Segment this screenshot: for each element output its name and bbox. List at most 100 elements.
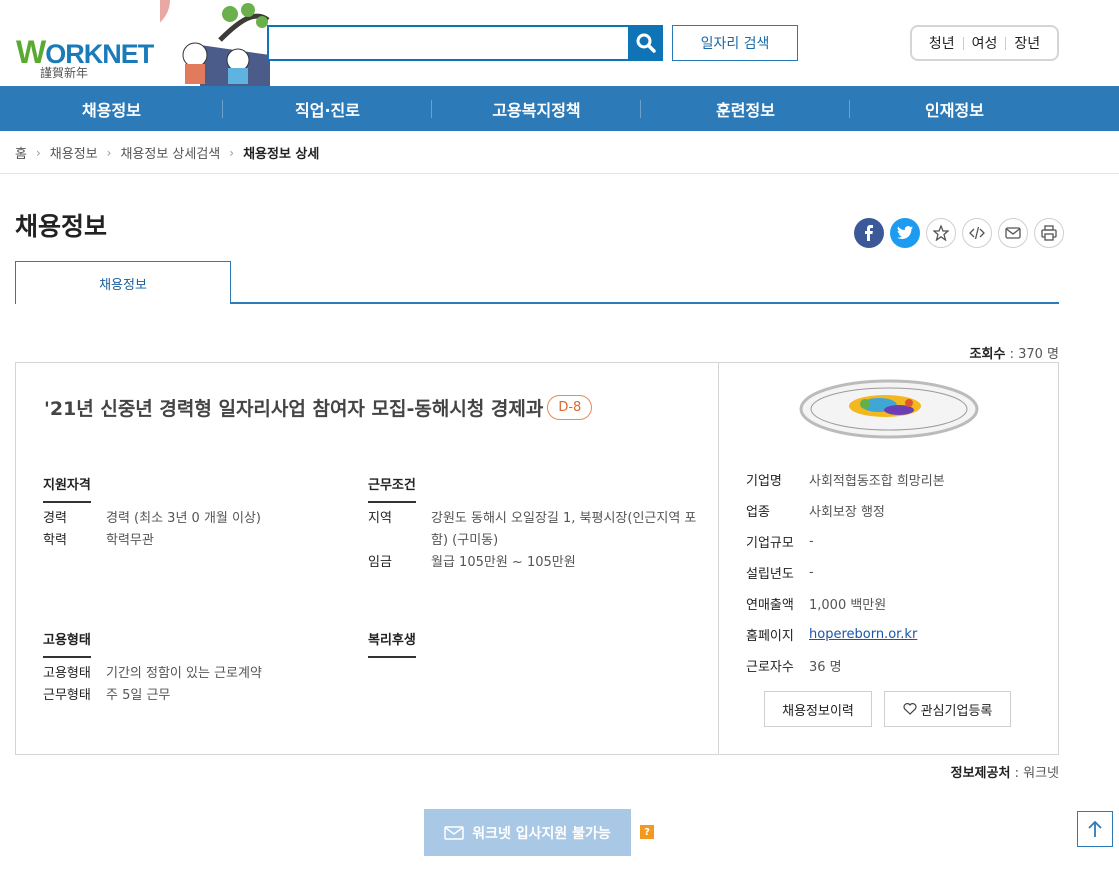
company-info: 기업명 사회적협동조합 희망리본 업종 사회보장 행정 기업규모 - 설립년도 - 연매… (719, 363, 1058, 754)
job-search-button[interactable]: 일자리 검색 (672, 25, 798, 61)
print-icon (1041, 225, 1057, 241)
favorite-company-label: 관심기업등록 (920, 703, 993, 719)
breadcrumb-detailed-search[interactable]: 채용정보 상세검색 (120, 143, 220, 162)
section-welfare-title: 복리후생 (368, 629, 416, 658)
help-icon[interactable]: ? (640, 825, 654, 839)
list-item: 홈페이지 hopereborn.or.kr (746, 619, 945, 650)
list-item: 기업규모 - (746, 526, 945, 557)
breadcrumb-jobs[interactable]: 채용정보 (50, 143, 98, 162)
list-item: 임금 월급 105만원 ~ 105만원 (368, 552, 698, 574)
list-item: 업종 사회보장 행정 (746, 495, 945, 526)
view-count: 조회수 : 370 명 (970, 343, 1059, 362)
field-label: 지역 (368, 511, 392, 526)
search-icon (636, 33, 656, 53)
company-logo (799, 379, 979, 439)
company-size: - (809, 534, 814, 549)
nav-item-talent[interactable]: 인재정보 (850, 86, 1059, 131)
print-button[interactable] (1034, 218, 1064, 248)
nav-item-welfare-policy[interactable]: 고용복지정책 (432, 86, 641, 131)
breadcrumb-home[interactable]: 홈 (15, 143, 27, 162)
job-summary: '21년 신중년 경력형 일자리사업 참여자 모집-동해시청 경제과 D-8 지… (16, 363, 719, 754)
twitter-icon (897, 226, 913, 240)
nav-item-jobs[interactable]: 채용정보 (0, 86, 223, 131)
apply-button[interactable]: 워크넷 입사지원 불가능 (424, 809, 631, 856)
field-label: 임금 (368, 555, 392, 570)
list-item: 학력 학력무관 (43, 530, 261, 552)
conditions-list: 지역 강원도 동해시 오일장길 1, 북평시장(인근지역 포 함) (구미동) 임금… (368, 508, 698, 574)
audience-selector: 청년 여성 장년 (910, 25, 1059, 61)
field-value: 기간의 정함이 있는 근로계약 (106, 666, 262, 681)
job-detail-panel: '21년 신중년 경력형 일자리사업 참여자 모집-동해시청 경제과 D-8 지… (15, 362, 1059, 755)
segment-middle-aged[interactable]: 장년 (1006, 33, 1048, 53)
scroll-to-top-button[interactable] (1077, 811, 1113, 847)
list-item: 근로자수 36 명 (746, 650, 945, 681)
section-qualifications-title: 지원자격 (43, 474, 91, 503)
field-label: 학력 (43, 533, 67, 548)
field-label: 고용형태 (43, 666, 91, 681)
view-count-label: 조회수 (969, 347, 1006, 362)
header: WORKNET 謹賀新年 일자리 검색 청년 여성 장년 (0, 0, 1119, 86)
heart-icon (903, 703, 917, 715)
field-label: 연매출액 (746, 598, 794, 613)
segment-youth[interactable]: 청년 (921, 33, 963, 53)
field-value: 학력무관 (106, 533, 154, 548)
industry: 사회보장 행정 (809, 505, 885, 520)
section-employment-title: 고용형태 (43, 629, 91, 658)
logo-new-year-text: 謹賀新年 (40, 66, 89, 80)
job-title-text: '21년 신중년 경력형 일자리사업 참여자 모집-동해시청 경제과 (44, 398, 544, 420)
location-line-2: 함) (구미동) (431, 533, 499, 548)
nav-item-training[interactable]: 훈련정보 (641, 86, 850, 131)
field-label: 근무형태 (43, 688, 91, 703)
email-share-button[interactable] (998, 218, 1028, 248)
view-count-value: : 370 명 (1009, 347, 1059, 362)
qualifications-list: 경력 경력 (최소 3년 0 개월 이상) 학력 학력무관 (43, 508, 261, 552)
tab-job-info[interactable]: 채용정보 (15, 261, 231, 304)
embed-button[interactable] (962, 218, 992, 248)
section-conditions-title: 근무조건 (368, 474, 416, 503)
field-value: 월급 105만원 ~ 105만원 (431, 555, 576, 570)
homepage-link[interactable]: hopereborn.or.kr (809, 627, 917, 642)
chevron-right-icon: › (35, 145, 41, 160)
search-button[interactable] (628, 25, 663, 61)
field-label: 기업규모 (746, 536, 794, 551)
bookmark-button[interactable] (926, 218, 956, 248)
list-item: 지역 강원도 동해시 오일장길 1, 북평시장(인근지역 포 함) (구미동) (368, 508, 698, 552)
field-label: 기업명 (746, 474, 782, 489)
chevron-right-icon: › (106, 145, 112, 160)
list-item: 고용형태 기간의 정함이 있는 근로계약 (43, 663, 262, 685)
worknet-logo[interactable]: WORKNET 謹賀新年 (10, 0, 270, 86)
field-label: 설립년도 (746, 567, 794, 582)
favorite-company-button[interactable]: 관심기업등록 (884, 691, 1011, 727)
list-item: 기업명 사회적협동조합 희망리본 (746, 464, 945, 495)
nav-item-career[interactable]: 직업·진로 (223, 86, 432, 131)
list-item: 설립년도 - (746, 557, 945, 588)
mail-icon (1005, 227, 1021, 239)
deadline-badge: D-8 (547, 395, 593, 420)
divider (0, 173, 1119, 174)
job-history-button[interactable]: 채용정보이력 (764, 691, 872, 727)
employee-count: 36 명 (809, 660, 842, 675)
code-icon (969, 226, 985, 240)
search-input[interactable] (267, 25, 629, 61)
info-source-value: : 워크넷 (1014, 766, 1059, 781)
main-nav: 채용정보 직업·진로 고용복지정책 훈련정보 인재정보 (0, 86, 1119, 131)
field-value: 주 5일 근무 (106, 688, 171, 703)
chevron-right-icon: › (229, 145, 235, 160)
segment-women[interactable]: 여성 (964, 33, 1006, 53)
star-icon (933, 225, 949, 241)
breadcrumb: 홈 › 채용정보 › 채용정보 상세검색 › 채용정보 상세 (15, 143, 319, 163)
share-toolbar (854, 218, 1064, 248)
facebook-share-button[interactable] (854, 218, 884, 248)
field-label: 근로자수 (746, 660, 794, 675)
list-item: 근무형태 주 5일 근무 (43, 685, 262, 707)
field-value: 경력 (최소 3년 0 개월 이상) (106, 511, 261, 526)
field-label: 업종 (746, 505, 770, 520)
facebook-icon (865, 225, 873, 241)
new-year-illustration (160, 0, 270, 86)
twitter-share-button[interactable] (890, 218, 920, 248)
field-label: 홈페이지 (746, 629, 794, 644)
info-source-label: 정보제공처 (950, 766, 1011, 781)
list-item: 경력 경력 (최소 3년 0 개월 이상) (43, 508, 261, 530)
apply-button-label: 워크넷 입사지원 불가능 (472, 825, 611, 842)
company-name: 사회적협동조합 희망리본 (809, 474, 945, 489)
